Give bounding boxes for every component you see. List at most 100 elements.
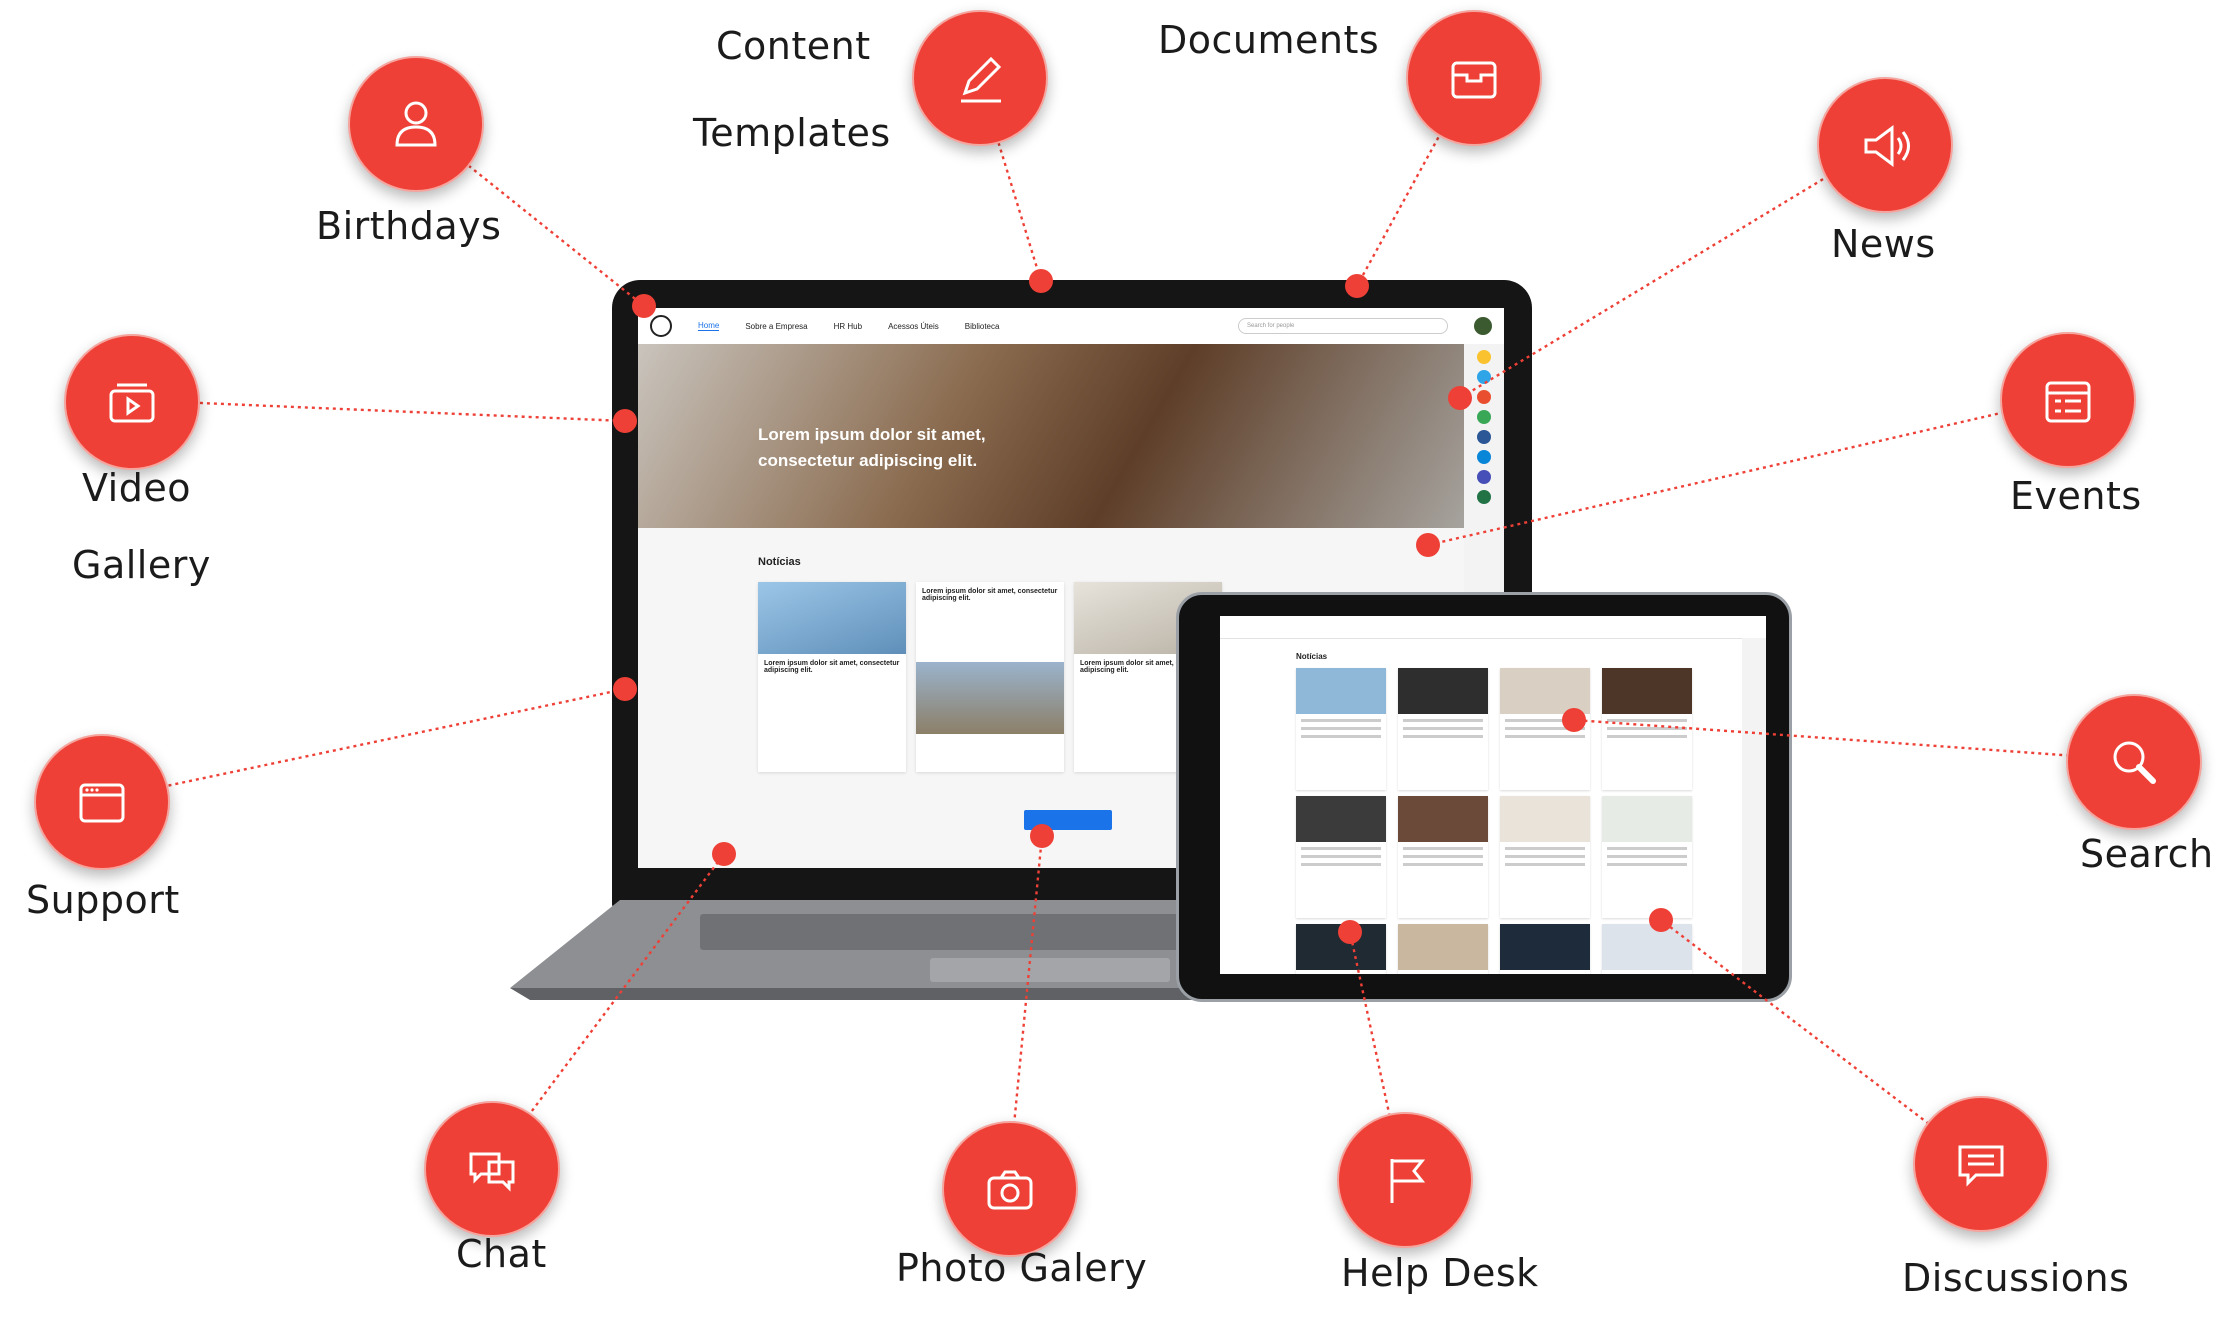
browser-window-icon bbox=[79, 783, 125, 823]
tablet-card-text-line bbox=[1403, 727, 1483, 730]
events-label: Events bbox=[2010, 474, 2142, 518]
tablet-card-image bbox=[1500, 796, 1590, 842]
avatar[interactable] bbox=[1474, 317, 1492, 335]
content-label: Templates bbox=[693, 111, 891, 155]
helpdesk-label: Help Desk bbox=[1341, 1251, 1539, 1295]
documents-label: Documents bbox=[1158, 18, 1380, 62]
nav-acessos[interactable]: Acessos Úteis bbox=[888, 322, 939, 331]
chat-label: Chat bbox=[456, 1232, 547, 1276]
hero-banner: Lorem ipsum dolor sit amet, consectetur … bbox=[638, 344, 1464, 528]
tablet-card-text-line bbox=[1607, 735, 1687, 738]
tablet-card-text-line bbox=[1403, 735, 1483, 738]
tablet-card-text-line bbox=[1301, 735, 1381, 738]
archive-box-icon bbox=[1451, 61, 1497, 99]
tablet-card-text-line bbox=[1505, 863, 1585, 866]
tablet-news-card[interactable] bbox=[1296, 796, 1386, 918]
tablet-news-card[interactable] bbox=[1296, 668, 1386, 790]
chat-bubble[interactable] bbox=[424, 1101, 560, 1237]
events-bubble[interactable] bbox=[2000, 332, 2136, 468]
message-icon bbox=[1958, 1145, 2004, 1187]
support-label: Support bbox=[26, 878, 180, 922]
hero-text: Lorem ipsum dolor sit amet, consectetur … bbox=[758, 425, 986, 470]
tablet-card-text-line bbox=[1505, 847, 1585, 850]
diagram-stage: Home Sobre a Empresa HR Hub Acessos Útei… bbox=[0, 0, 2221, 1321]
tablet-news-card[interactable] bbox=[1500, 668, 1590, 790]
tablet-news-card[interactable] bbox=[1602, 924, 1692, 974]
rail-app-icon[interactable] bbox=[1477, 390, 1491, 404]
rail-app-icon[interactable] bbox=[1477, 430, 1491, 444]
content-bubble[interactable] bbox=[912, 10, 1048, 146]
tablet-news-card[interactable] bbox=[1500, 924, 1590, 974]
tablet-card-text-line bbox=[1301, 847, 1381, 850]
news-title: Notícias bbox=[758, 556, 801, 568]
tablet-card-image bbox=[1398, 796, 1488, 842]
discussions-label: Discussions bbox=[1902, 1256, 2130, 1300]
tablet-card-image bbox=[1398, 668, 1488, 714]
person-icon bbox=[395, 101, 437, 147]
video-label: Video bbox=[82, 466, 191, 510]
tablet-card-image bbox=[1602, 796, 1692, 842]
search-bubble[interactable] bbox=[2066, 694, 2202, 830]
tablet-card-text-line bbox=[1505, 735, 1585, 738]
tablet-news-card[interactable] bbox=[1602, 668, 1692, 790]
nav-biblioteca[interactable]: Biblioteca bbox=[965, 322, 1000, 331]
tablet-app-rail bbox=[1742, 638, 1766, 974]
rail-app-icon[interactable] bbox=[1477, 370, 1491, 384]
tablet-news-card[interactable] bbox=[1398, 796, 1488, 918]
birthdays-bubble[interactable] bbox=[348, 56, 484, 192]
rail-app-icon[interactable] bbox=[1477, 350, 1491, 364]
helpdesk-bubble[interactable] bbox=[1337, 1112, 1473, 1248]
video-bubble[interactable] bbox=[64, 334, 200, 470]
chat-bubbles-icon bbox=[469, 1152, 515, 1192]
magnifier-icon bbox=[2113, 741, 2156, 784]
tablet-card-text-line bbox=[1607, 727, 1687, 730]
rail-app-icon[interactable] bbox=[1477, 410, 1491, 424]
rail-app-icon[interactable] bbox=[1477, 450, 1491, 464]
tablet-news-card[interactable] bbox=[1500, 796, 1590, 918]
discussions-bubble[interactable] bbox=[1913, 1096, 2049, 1232]
documents-bubble[interactable] bbox=[1406, 10, 1542, 146]
flag-icon bbox=[1390, 1159, 1426, 1203]
tablet-card-text-line bbox=[1403, 855, 1483, 858]
site-logo bbox=[650, 315, 672, 337]
tablet-screen: Notícias bbox=[1220, 616, 1766, 974]
tablet-navbar bbox=[1220, 616, 1766, 639]
tablet-card-text-line bbox=[1301, 719, 1381, 722]
news-card[interactable]: Lorem ipsum dolor sit amet, consectetur … bbox=[916, 582, 1064, 772]
nav-sobre[interactable]: Sobre a Empresa bbox=[745, 322, 807, 331]
news-card-image bbox=[758, 582, 906, 654]
tablet-card-text-line bbox=[1403, 863, 1483, 866]
tablet-card-text-line bbox=[1301, 727, 1381, 730]
news-label: News bbox=[1831, 222, 1936, 266]
nav-home[interactable]: Home bbox=[698, 321, 720, 331]
video-label: Gallery bbox=[72, 543, 211, 587]
news-card[interactable]: Lorem ipsum dolor sit amet, consectetur … bbox=[758, 582, 906, 772]
tablet-news-card[interactable] bbox=[1296, 924, 1386, 974]
photo-bubble[interactable] bbox=[942, 1121, 1078, 1257]
tablet-card-text-line bbox=[1607, 863, 1687, 866]
video-connector bbox=[129, 398, 626, 423]
tablet-news-card[interactable] bbox=[1398, 924, 1488, 974]
tablet-news-card[interactable] bbox=[1398, 668, 1488, 790]
tablet-card-image bbox=[1500, 668, 1590, 714]
rail-app-icon[interactable] bbox=[1477, 470, 1491, 484]
news-bubble[interactable] bbox=[1817, 77, 1953, 213]
search-label: Search bbox=[2080, 832, 2214, 876]
tablet-card-text-line bbox=[1403, 847, 1483, 850]
tablet-card-text-line bbox=[1403, 719, 1483, 722]
more-news-button[interactable] bbox=[1024, 810, 1112, 830]
tablet-card-text-line bbox=[1607, 719, 1687, 722]
support-bubble[interactable] bbox=[34, 734, 170, 870]
tablet-card-text-line bbox=[1301, 863, 1381, 866]
tablet-card-image bbox=[1296, 668, 1386, 714]
nav-hr-hub[interactable]: HR Hub bbox=[834, 322, 862, 331]
tablet-card-image bbox=[1398, 924, 1488, 970]
tablet-card-text-line bbox=[1607, 855, 1687, 858]
tablet-card-image bbox=[1602, 668, 1692, 714]
site-search-input[interactable]: Search for people bbox=[1238, 318, 1448, 334]
rail-app-icon[interactable] bbox=[1477, 490, 1491, 504]
support-connector bbox=[99, 687, 626, 802]
tablet-card-text-line bbox=[1505, 855, 1585, 858]
tablet-news-card[interactable] bbox=[1602, 796, 1692, 918]
tablet-card-image bbox=[1296, 796, 1386, 842]
